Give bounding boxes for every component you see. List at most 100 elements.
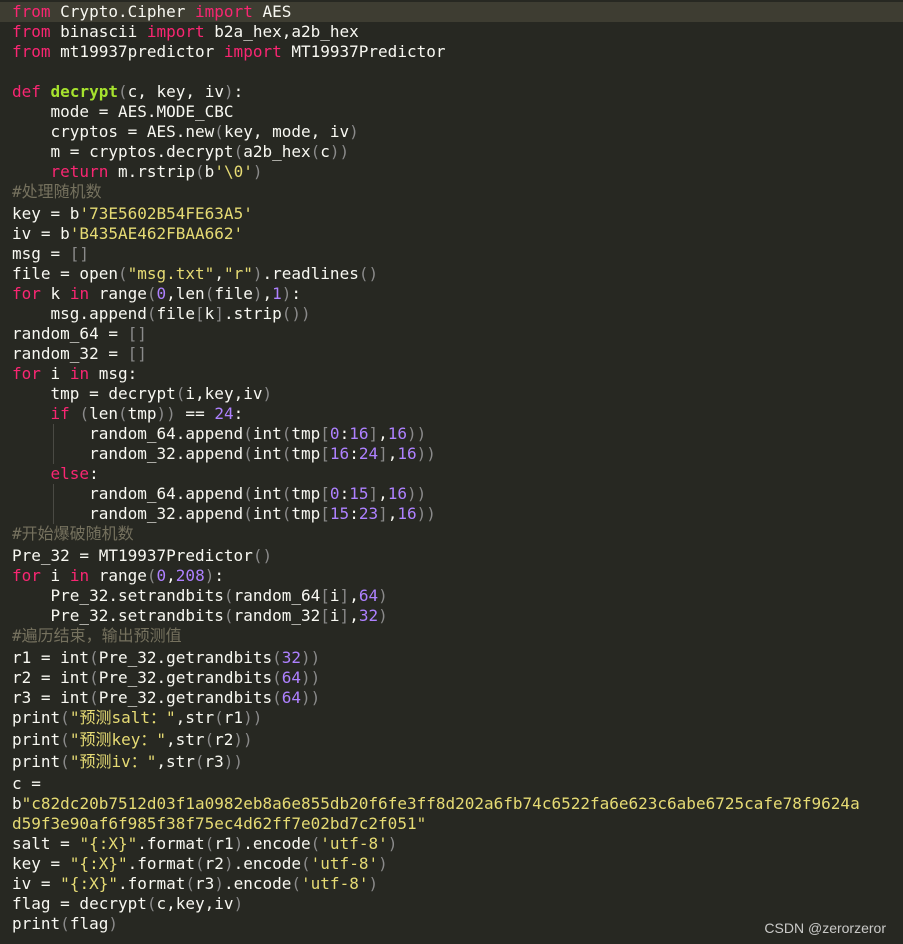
code-token: ) — [378, 606, 388, 625]
code-line[interactable]: key = b'73E5602B54FE63A5' — [12, 204, 253, 224]
code-token: )) — [329, 142, 350, 161]
code-line[interactable]: b"c82dc20b7512d03f1a0982eb8a6e855db20f6f… — [12, 794, 860, 814]
code-line[interactable]: flag = decrypt(c,key,iv) — [12, 894, 243, 914]
code-token: in — [69, 284, 90, 303]
code-line[interactable]: random_32 = [] — [12, 344, 147, 364]
code-line[interactable]: return m.rstrip(b'\0') — [12, 162, 263, 182]
code-token: )) — [223, 752, 244, 771]
code-line[interactable]: m = cryptos.decrypt(a2b_hex(c)) — [12, 142, 350, 162]
code-line[interactable]: if (len(tmp)) == 24: — [12, 404, 244, 424]
code-line[interactable]: iv = "{:X}".format(r3).encode('utf-8') — [12, 874, 378, 894]
code-token: ( — [243, 504, 253, 523]
code-token: Pre_32.setrandbits — [12, 606, 224, 625]
code-line[interactable]: from binascii import b2a_hex,a2b_hex — [12, 22, 359, 42]
code-line[interactable]: r1 = int(Pre_32.getrandbits(32)) — [12, 648, 320, 668]
code-line[interactable]: #处理随机数 — [12, 182, 102, 202]
code-token: "预测iv：" — [69, 752, 157, 771]
code-token: .format — [127, 854, 196, 873]
code-token: from — [12, 2, 51, 21]
code-token: 'utf-8' — [310, 854, 379, 873]
code-token: 'utf-8' — [320, 834, 388, 853]
code-token: : — [89, 464, 99, 483]
code-line[interactable]: else: — [12, 464, 99, 484]
code-line[interactable]: def decrypt(c, key, iv): — [12, 82, 243, 102]
code-line[interactable]: print("预测key：",str(r2)) — [12, 730, 253, 750]
code-token: random_64.append — [12, 484, 244, 503]
code-token: i — [329, 606, 340, 625]
code-token: range — [89, 284, 147, 303]
code-token: 'B435AE462FBAA662' — [69, 224, 244, 243]
code-token: [] — [127, 344, 147, 363]
code-token: ()) — [281, 304, 311, 323]
code-editor[interactable]: from Crypto.Cipher import AES from binasc… — [0, 0, 903, 944]
code-line[interactable]: from Crypto.Cipher import AES — [0, 2, 903, 22]
code-token: mode = AES.MODE_CBC — [12, 102, 234, 121]
code-line[interactable]: file = open("msg.txt","r").readlines() — [12, 264, 378, 284]
code-line[interactable]: Pre_32 = MT19937Predictor() — [12, 546, 272, 566]
code-line[interactable]: cryptos = AES.new(key, mode, iv) — [12, 122, 359, 142]
code-line[interactable]: print(flag) — [12, 914, 118, 934]
code-line[interactable]: key = "{:X}".format(r2).encode('utf-8') — [12, 854, 388, 874]
code-line[interactable]: random_32.append(int(tmp[15:23],16)) — [12, 504, 436, 524]
code-line[interactable]: for i in msg: — [12, 364, 137, 384]
code-line[interactable]: c = — [12, 774, 41, 794]
code-line[interactable]: print("预测salt：",str(r1)) — [12, 708, 262, 728]
code-line[interactable]: #开始爆破随机数 — [12, 524, 134, 544]
code-line[interactable]: msg.append(file[k].strip()) — [12, 304, 311, 324]
code-token: msg.append — [12, 304, 147, 323]
code-token: 0 — [156, 284, 167, 303]
code-token: ( — [214, 122, 224, 141]
code-token: r1 — [214, 834, 234, 853]
code-line[interactable]: iv = b'B435AE462FBAA662' — [12, 224, 243, 244]
code-token: ) — [223, 82, 234, 101]
code-line[interactable]: for i in range(0,208): — [12, 566, 224, 586]
code-token: i — [40, 566, 70, 585]
code-token: ( — [89, 668, 99, 687]
code-line[interactable]: Pre_32.setrandbits(random_64[i],64) — [12, 586, 388, 606]
code-token: r3 — [204, 752, 224, 771]
code-line[interactable]: random_32.append(int(tmp[16:24],16)) — [12, 444, 436, 464]
code-token: ( — [146, 566, 157, 585]
code-line[interactable]: random_64 = [] — [12, 324, 147, 344]
code-token: mt19937predictor — [50, 42, 224, 61]
code-token: )) — [301, 648, 321, 667]
code-line[interactable]: mode = AES.MODE_CBC — [12, 102, 234, 122]
code-token: random_64 — [233, 586, 321, 605]
code-token: k — [40, 284, 70, 303]
code-token: ) — [252, 284, 263, 303]
code-token: 64 — [281, 668, 301, 687]
code-token: iv = — [12, 874, 61, 893]
code-token: len — [89, 404, 118, 423]
code-line[interactable]: msg = [] — [12, 244, 89, 264]
code-token: ) — [233, 834, 244, 853]
code-token: salt = — [12, 834, 80, 853]
code-token: ) — [387, 834, 398, 853]
code-token: ] — [214, 304, 224, 323]
code-token: [] — [127, 324, 147, 343]
code-token: ] — [339, 606, 350, 625]
code-token: )) — [156, 404, 176, 423]
code-line[interactable]: print("预测iv：",str(r3)) — [12, 752, 243, 772]
code-line[interactable]: d59f3e90af6f985f38f75ec4d62ff7e02bd7c2f0… — [12, 814, 426, 834]
code-line[interactable]: r2 = int(Pre_32.getrandbits(64)) — [12, 668, 320, 688]
code-line[interactable]: for k in range(0,len(file),1): — [12, 284, 301, 304]
code-token: )) — [416, 444, 436, 463]
code-token: 24 — [214, 404, 234, 423]
code-line[interactable]: r3 = int(Pre_32.getrandbits(64)) — [12, 688, 320, 708]
code-token: r3 — [195, 874, 215, 893]
code-line[interactable]: random_64.append(int(tmp[0:15],16)) — [12, 484, 426, 504]
code-token: .encode — [223, 874, 292, 893]
code-token: print — [12, 752, 61, 771]
code-token: .strip — [223, 304, 282, 323]
code-token: ( — [195, 162, 205, 181]
code-line[interactable]: #遍历结束，输出预测值 — [12, 626, 182, 646]
code-token: a2b_hex — [243, 142, 311, 161]
code-line[interactable]: Pre_32.setrandbits(random_32[i],32) — [12, 606, 388, 626]
code-token: random_32 — [233, 606, 321, 625]
code-line[interactable]: salt = "{:X}".format(r1).encode('utf-8') — [12, 834, 397, 854]
code-token: msg: — [89, 364, 138, 383]
code-line[interactable]: random_64.append(int(tmp[0:16],16)) — [12, 424, 426, 444]
code-line[interactable]: tmp = decrypt(i,key,iv) — [12, 384, 273, 404]
code-token: 16 — [349, 424, 369, 443]
code-line[interactable]: from mt19937predictor import MT19937Pred… — [12, 42, 445, 62]
